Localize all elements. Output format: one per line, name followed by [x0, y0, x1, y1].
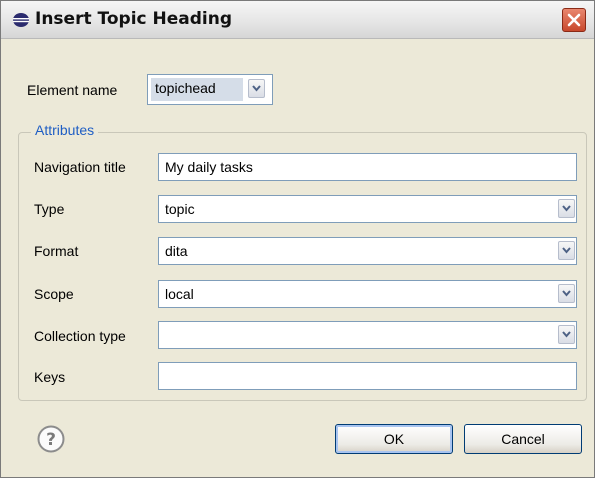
help-icon: ? [37, 425, 65, 453]
chevron-down-icon [562, 247, 571, 254]
element-name-label: Element name [27, 82, 118, 98]
type-select[interactable]: topic [158, 195, 577, 223]
chevron-down-icon [562, 290, 571, 297]
format-label: Format [34, 243, 79, 259]
scope-value: local [165, 286, 194, 302]
title-bar: Insert Topic Heading [1, 1, 594, 39]
scope-dropdown-button[interactable] [558, 284, 575, 303]
chevron-down-icon [252, 85, 261, 92]
help-button[interactable]: ? [37, 425, 65, 453]
scope-select[interactable]: local [158, 280, 577, 308]
attributes-group-label: Attributes [31, 122, 99, 138]
type-value: topic [165, 201, 195, 217]
close-button[interactable] [562, 8, 586, 32]
navigation-title-input[interactable] [158, 153, 577, 181]
collection-type-select[interactable] [158, 321, 577, 349]
chevron-down-icon [562, 205, 571, 212]
ok-button[interactable]: OK [335, 424, 453, 454]
insert-topic-heading-dialog: Insert Topic Heading Element name topich… [0, 0, 595, 478]
format-select[interactable]: dita [158, 237, 577, 265]
collection-type-dropdown-button[interactable] [558, 325, 575, 344]
keys-input[interactable] [158, 362, 577, 390]
element-name-select[interactable]: topichead [147, 74, 273, 105]
navigation-title-label: Navigation title [34, 159, 126, 175]
dialog-title: Insert Topic Heading [35, 9, 233, 29]
keys-label: Keys [34, 369, 66, 385]
type-dropdown-button[interactable] [558, 199, 575, 218]
element-name-value: topichead [151, 78, 243, 101]
chevron-down-icon [562, 331, 571, 338]
element-name-dropdown-button[interactable] [248, 79, 265, 98]
cancel-button[interactable]: Cancel [464, 424, 582, 454]
collection-type-label: Collection type [34, 328, 126, 344]
svg-text:?: ? [46, 430, 56, 450]
scope-label: Scope [34, 286, 74, 302]
format-value: dita [165, 243, 188, 259]
format-dropdown-button[interactable] [558, 241, 575, 260]
type-label: Type [34, 201, 65, 217]
app-icon [13, 13, 29, 27]
close-icon [567, 13, 581, 27]
